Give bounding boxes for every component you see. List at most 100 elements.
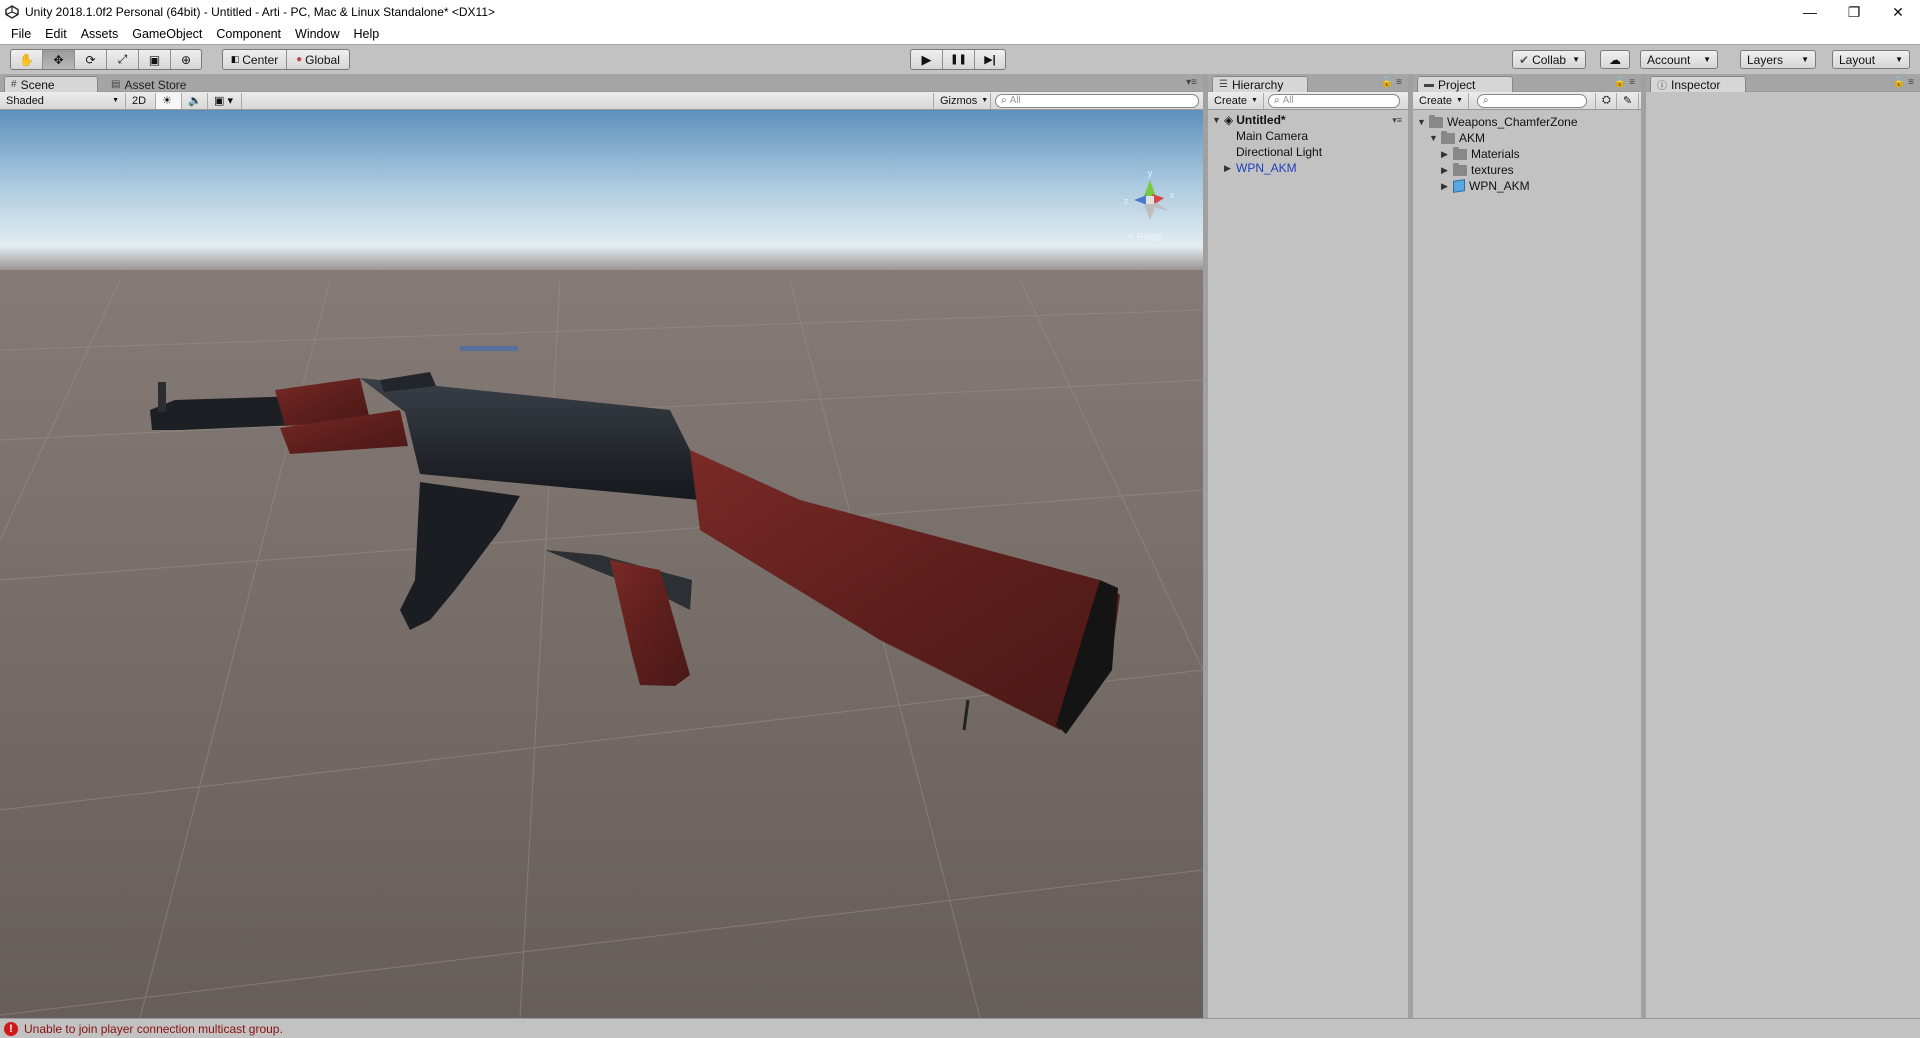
expand-arrow-icon[interactable]: ▼ xyxy=(1417,117,1429,127)
menu-edit[interactable]: Edit xyxy=(38,27,74,41)
layout-label: Layout xyxy=(1839,52,1876,67)
tab-asset-store[interactable]: ▤ Asset Store xyxy=(104,76,193,92)
project-item-textures[interactable]: ▶ textures xyxy=(1441,162,1514,178)
panel-menu-icon[interactable]: 🔒 ≡ xyxy=(1381,77,1402,88)
project-item-weapons-chamferzone[interactable]: ▼ Weapons_ChamferZone xyxy=(1417,114,1578,130)
scene-search-input[interactable]: ⌕ All xyxy=(995,93,1199,108)
rotate-tool-icon[interactable]: ⟳ xyxy=(75,50,107,69)
panel-menu-icon[interactable]: 🔒 ≡ xyxy=(1893,77,1914,88)
gizmo-z-label: z xyxy=(1124,196,1129,206)
close-button[interactable]: ✕ xyxy=(1876,0,1920,24)
lighting-toggle-icon[interactable]: ☀ xyxy=(156,92,182,109)
collab-dropdown[interactable]: ✔ Collab ▼ xyxy=(1512,50,1586,69)
expand-arrow-icon[interactable]: ▼ xyxy=(1212,115,1224,125)
layout-dropdown[interactable]: Layout ▼ xyxy=(1832,50,1910,69)
tab-hierarchy[interactable]: ☰ Hierarchy xyxy=(1212,76,1308,92)
expand-arrow-icon[interactable]: ▶ xyxy=(1441,165,1453,176)
rect-tool-icon[interactable]: ▣ xyxy=(139,50,171,69)
project-item-akm[interactable]: ▼ AKM xyxy=(1429,130,1485,146)
project-item-materials[interactable]: ▶ Materials xyxy=(1441,146,1520,162)
pivot-center-button[interactable]: ◧ Center xyxy=(223,50,287,69)
menu-component[interactable]: Component xyxy=(209,27,288,41)
mode-2d-button[interactable]: 2D xyxy=(126,92,156,109)
menu-gameobject[interactable]: GameObject xyxy=(125,27,209,41)
expand-arrow-icon[interactable]: ▼ xyxy=(1429,133,1441,143)
tab-project[interactable]: ▬ Project xyxy=(1417,76,1513,92)
layers-label: Layers xyxy=(1747,52,1784,67)
scene-viewport[interactable]: y x z < Persp xyxy=(0,110,1203,1018)
pivot-global-button[interactable]: ● Global xyxy=(287,50,349,69)
transform-tools: ✋ ✥ ⟳ ⤢ ▣ ⊕ xyxy=(10,49,202,70)
tab-inspector[interactable]: ⓘ Inspector xyxy=(1650,76,1746,92)
scene-render[interactable]: y x z < Persp xyxy=(0,110,1203,1018)
gizmos-dropdown[interactable]: Gizmos ▼ xyxy=(933,92,991,109)
filter-by-label-icon[interactable]: ✎ xyxy=(1617,92,1639,109)
expand-arrow-icon[interactable]: ▶ xyxy=(1441,181,1453,192)
gizmo-center[interactable] xyxy=(1146,196,1154,204)
playback-controls: ▶ ❚❚ ▶| xyxy=(910,49,1006,70)
inspector-tabstrip: ⓘ Inspector 🔒 ≡ xyxy=(1646,74,1920,92)
window-title: Unity 2018.1.0f2 Personal (64bit) - Unti… xyxy=(25,5,496,19)
scene-tabstrip: # Scene ▤ Asset Store ▾≡ xyxy=(0,74,1203,92)
tab-inspector-label: Inspector xyxy=(1671,77,1721,92)
draw-mode-label: Shaded xyxy=(6,94,44,107)
search-icon: ⌕ xyxy=(1274,95,1280,106)
list-icon: ☰ xyxy=(1219,79,1228,90)
grid-icon: # xyxy=(11,79,17,90)
hierarchy-item-wpn-akm[interactable]: ▶ WPN_AKM xyxy=(1224,160,1297,176)
scene-root[interactable]: ▼ ◈ Untitled* ▾≡ xyxy=(1212,112,1402,128)
play-button[interactable]: ▶ xyxy=(911,50,943,69)
expand-arrow-icon[interactable]: ▶ xyxy=(1224,163,1236,174)
step-button[interactable]: ▶| xyxy=(975,50,1005,69)
maximize-button[interactable]: ❐ xyxy=(1832,0,1876,24)
project-item-label: AKM xyxy=(1459,131,1486,145)
status-bar[interactable]: ! Unable to join player connection multi… xyxy=(0,1018,1920,1038)
panel-menu-icon[interactable]: 🔒 ≡ xyxy=(1614,77,1635,88)
tab-scene[interactable]: # Scene xyxy=(4,76,98,92)
effects-dropdown-icon[interactable]: ▣ ▾ xyxy=(208,92,242,109)
folder-icon xyxy=(1429,114,1443,128)
transform-tool-icon[interactable]: ⊕ xyxy=(171,50,201,69)
status-message[interactable]: Unable to join player connection multica… xyxy=(24,1022,283,1036)
filter-by-type-icon[interactable]: ⛭ xyxy=(1595,92,1617,109)
project-tree: ▼ Weapons_ChamferZone ▼ AKM ▶ Materials ▶ te… xyxy=(1413,110,1641,1018)
menu-file[interactable]: File xyxy=(4,27,38,41)
project-item-label: Weapons_ChamferZone xyxy=(1447,115,1578,129)
chevron-down-icon: ▼ xyxy=(1895,55,1903,64)
scene-menu-icon[interactable]: ▾≡ xyxy=(1392,115,1402,126)
hierarchy-search-placeholder: All xyxy=(1282,95,1294,106)
hierarchy-search-input[interactable]: ⌕ All xyxy=(1268,93,1400,108)
project-item-wpn-akm[interactable]: ▶ WPN_AKM xyxy=(1441,178,1530,194)
hierarchy-item-main-camera[interactable]: Main Camera xyxy=(1236,128,1308,144)
account-dropdown[interactable]: Account ▼ xyxy=(1640,50,1718,69)
hierarchy-item-directional-light[interactable]: Directional Light xyxy=(1236,144,1322,160)
folder-icon xyxy=(1441,130,1455,144)
chevron-down-icon: ▼ xyxy=(1572,55,1581,64)
project-create-dropdown[interactable]: Create ▼ xyxy=(1413,92,1469,109)
check-icon: ✔ xyxy=(1519,52,1530,67)
hierarchy-create-dropdown[interactable]: Create ▼ xyxy=(1208,92,1264,109)
unity-scene-icon: ◈ xyxy=(1224,113,1234,127)
persp-label[interactable]: < Persp xyxy=(1128,232,1163,243)
project-search-input[interactable]: ⌕ xyxy=(1477,93,1587,108)
project-item-label: Materials xyxy=(1471,147,1520,161)
layers-dropdown[interactable]: Layers ▼ xyxy=(1740,50,1816,69)
hierarchy-tabstrip: ☰ Hierarchy 🔒 ≡ xyxy=(1208,74,1408,92)
menu-window[interactable]: Window xyxy=(288,27,346,41)
tab-scene-label: Scene xyxy=(20,77,55,92)
audio-toggle-icon[interactable]: 🔈 xyxy=(182,92,208,109)
panel-menu-icon[interactable]: ▾≡ xyxy=(1186,77,1197,88)
selection-marker xyxy=(460,346,518,351)
menu-assets[interactable]: Assets xyxy=(74,27,126,41)
menu-help[interactable]: Help xyxy=(346,27,386,41)
scale-tool-icon[interactable]: ⤢ xyxy=(107,50,139,69)
cloud-button[interactable]: ☁ xyxy=(1600,50,1630,69)
expand-arrow-icon[interactable]: ▶ xyxy=(1441,149,1453,160)
minimize-button[interactable]: — xyxy=(1788,0,1832,24)
move-tool-icon[interactable]: ✥ xyxy=(43,50,75,69)
project-toolbar: Create ▼ ⌕ ⛭ ✎ xyxy=(1413,92,1641,110)
draw-mode-dropdown[interactable]: Shaded ▼ xyxy=(0,92,126,109)
pause-button[interactable]: ❚❚ xyxy=(943,50,975,69)
hand-tool-icon[interactable]: ✋ xyxy=(11,50,43,69)
hierarchy-toolbar: Create ▼ ⌕ All xyxy=(1208,92,1408,110)
